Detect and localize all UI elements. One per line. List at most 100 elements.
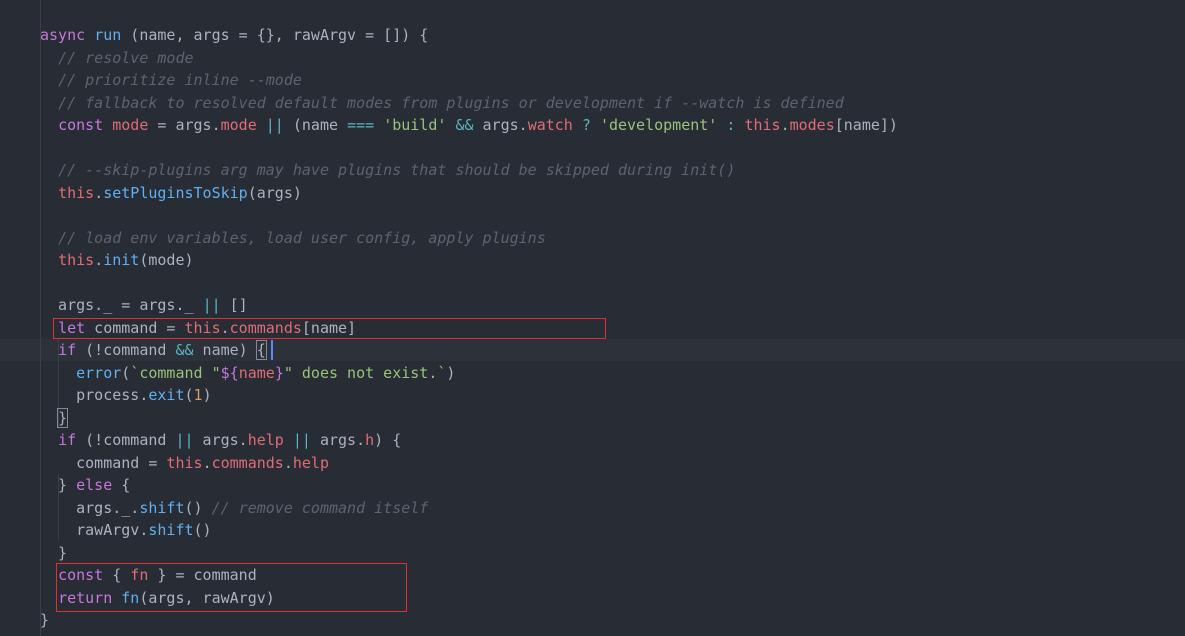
- code-token: .: [202, 453, 212, 472]
- code-token: {: [255, 340, 267, 360]
- code-token: ===: [347, 116, 375, 134]
- code-token: watch: [527, 116, 573, 134]
- code-token: if: [58, 431, 77, 449]
- code-token: init: [103, 251, 140, 269]
- code-line[interactable]: // prioritize inline --mode: [40, 69, 302, 91]
- code-token: // fallback to resolved default modes fr…: [58, 93, 844, 112]
- code-token: ||: [292, 431, 311, 449]
- code-token: ): [202, 386, 212, 404]
- code-token: // --skip-plugins arg may have plugins t…: [58, 161, 736, 179]
- code-line[interactable]: if (!command && name) {: [40, 339, 267, 361]
- code-line[interactable]: // load env variables, load user config,…: [40, 227, 546, 249]
- code-token: this: [744, 116, 781, 134]
- code-line[interactable]: args._ = args._ || []: [40, 294, 248, 316]
- code-line[interactable]: // --skip-plugins arg may have plugins t…: [40, 159, 735, 181]
- code-token: mode: [220, 116, 257, 134]
- code-token: ||: [265, 116, 284, 134]
- code-line[interactable]: // fallback to resolved default modes fr…: [40, 92, 844, 114]
- code-token: else: [76, 476, 113, 494]
- code-token: &&: [175, 341, 194, 359]
- code-token: // resolve mode: [58, 48, 194, 67]
- code-token: }: [40, 611, 50, 629]
- code-line[interactable]: } else {: [40, 474, 130, 496]
- code-token: args._ = args._: [40, 296, 203, 314]
- code-token: .: [780, 116, 790, 134]
- code-line[interactable]: rawArgv.shift(): [40, 519, 212, 541]
- code-token: exit: [148, 386, 185, 404]
- code-token: commands: [211, 453, 284, 472]
- code-token: ||: [202, 296, 221, 314]
- code-token: 1: [193, 386, 203, 404]
- code-line[interactable]: }: [40, 542, 67, 564]
- code-line[interactable]: }: [40, 609, 49, 631]
- highlight-box-let-command: [53, 318, 606, 339]
- code-line[interactable]: process.exit(1): [40, 384, 212, 406]
- code-token: name: [238, 363, 275, 382]
- code-token: {: [112, 476, 131, 494]
- highlight-box-return-fn: [56, 563, 407, 612]
- code-token: async: [40, 26, 86, 44]
- code-token: 'build': [383, 116, 447, 134]
- code-token: args._.: [40, 498, 140, 517]
- code-token: help: [292, 453, 329, 472]
- code-token: if: [58, 341, 77, 359]
- code-token: (): [184, 498, 212, 517]
- code-token: 'development': [599, 116, 718, 134]
- code-token: (: [121, 363, 131, 382]
- code-token: ?: [581, 116, 591, 134]
- code-line[interactable]: const mode = args.mode || (name === 'bui…: [40, 114, 898, 136]
- code-token: setPluginsToSkip: [103, 183, 248, 202]
- code-token: this: [58, 183, 95, 202]
- code-token: (name: [283, 116, 348, 134]
- code-token: ) {: [374, 431, 402, 449]
- code-token: (mode): [139, 251, 194, 269]
- code-line[interactable]: command = this.commands.help: [40, 452, 329, 474]
- code-token: }: [57, 407, 69, 428]
- code-token: (name, args = {}, rawArgv = []) {: [121, 26, 429, 44]
- code-token: args.: [193, 431, 248, 449]
- code-line[interactable]: }: [40, 407, 69, 429]
- code-token: help: [247, 431, 284, 449]
- text-cursor: [271, 340, 273, 360]
- code-token: error: [76, 363, 122, 382]
- code-token: args.: [310, 431, 366, 449]
- code-token: (: [184, 386, 194, 404]
- code-token: args.: [473, 116, 528, 134]
- code-token: = args.: [148, 116, 221, 134]
- code-token: }: [274, 363, 284, 382]
- code-token: // remove command itself: [211, 498, 429, 517]
- code-token: const: [58, 116, 104, 134]
- code-token: (): [193, 521, 212, 539]
- code-token: (!command: [76, 341, 176, 359]
- code-token: // load env variables, load user config,…: [58, 228, 546, 247]
- code-token: " does not exist.`: [283, 363, 447, 382]
- code-line[interactable]: async run (name, args = {}, rawArgv = []…: [40, 24, 428, 46]
- code-line[interactable]: this.setPluginsToSkip(args): [40, 182, 302, 204]
- code-line[interactable]: this.init(mode): [40, 249, 194, 271]
- code-line[interactable]: args._.shift() // remove command itself: [40, 497, 428, 519]
- code-token: shift: [148, 521, 194, 539]
- code-editor[interactable]: async run (name, args = {}, rawArgv = []…: [0, 0, 1185, 636]
- code-line[interactable]: error(`command "${name}" does not exist.…: [40, 362, 455, 384]
- code-line[interactable]: if (!command || args.help || args.h) {: [40, 429, 401, 451]
- code-token: h: [365, 431, 375, 449]
- code-line[interactable]: // resolve mode: [40, 47, 194, 69]
- code-token: .: [94, 183, 104, 202]
- code-token: (!command: [76, 431, 176, 449]
- code-token: }: [40, 476, 77, 494]
